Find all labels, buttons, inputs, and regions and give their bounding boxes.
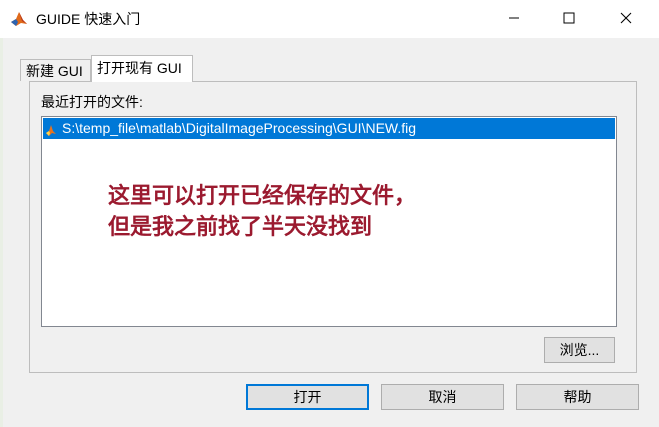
tab-new-gui[interactable]: 新建 GUI	[20, 59, 91, 81]
help-button[interactable]: 帮助	[516, 384, 639, 410]
file-path: S:\temp_file\matlab\DigitalImageProcessi…	[62, 120, 417, 136]
maximize-icon	[563, 12, 575, 27]
maximize-button[interactable]	[546, 0, 592, 38]
title-bar: GUIDE 快速入门	[0, 0, 659, 38]
window-edge	[0, 38, 3, 427]
list-item[interactable]: S:\temp_file\matlab\DigitalImageProcessi…	[43, 118, 615, 139]
fig-file-icon	[45, 122, 57, 136]
annotation-line-2: 但是我之前找了半天没找到	[108, 214, 373, 239]
matlab-logo-icon	[10, 10, 28, 28]
cancel-button[interactable]: 取消	[381, 384, 504, 410]
annotation-text: 这里可以打开已经保存的文件， 但是我之前找了半天没找到	[108, 180, 528, 242]
tab-open-existing-gui[interactable]: 打开现有 GUI	[91, 55, 193, 82]
annotation-line-1: 这里可以打开已经保存的文件，	[108, 183, 417, 208]
close-button[interactable]	[603, 0, 649, 38]
open-button[interactable]: 打开	[246, 384, 369, 410]
window-title: GUIDE 快速入门	[36, 11, 141, 27]
close-icon	[620, 12, 632, 27]
minimize-icon	[508, 12, 520, 27]
minimize-button[interactable]	[491, 0, 537, 38]
browse-button[interactable]: 浏览...	[544, 337, 615, 363]
recent-files-label: 最近打开的文件:	[41, 94, 143, 110]
